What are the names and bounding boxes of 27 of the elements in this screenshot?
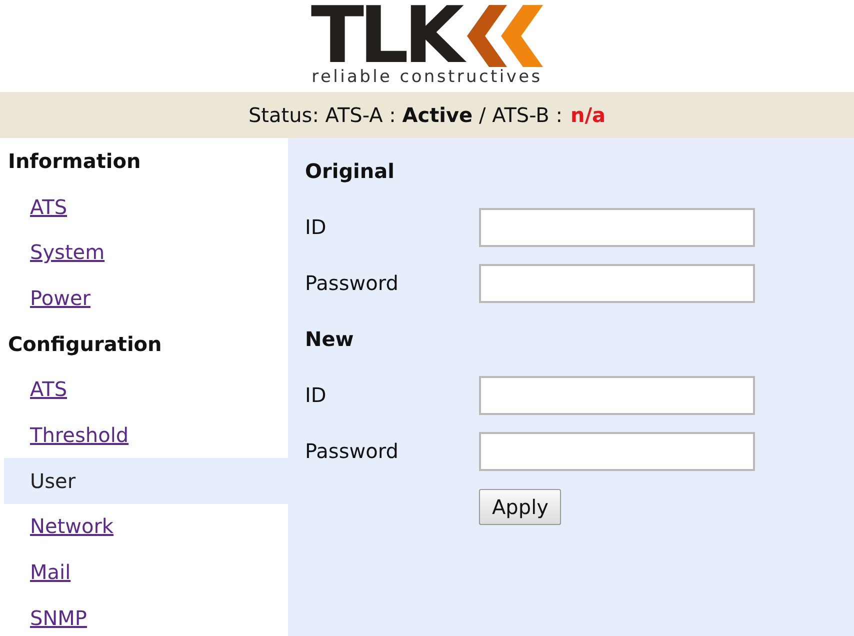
field-label: Password — [305, 270, 400, 297]
sidebar-link[interactable]: User — [30, 466, 76, 496]
sidebar-heading: Configuration — [8, 330, 162, 358]
section-heading: Original — [305, 158, 394, 185]
sidebar-heading: Information — [8, 148, 141, 175]
sidebar-link[interactable]: Mail — [30, 557, 71, 588]
sidebar-link[interactable]: Threshold — [30, 420, 129, 450]
field-label: Password — [305, 438, 400, 465]
logo-text: TLK — [310, 4, 466, 68]
sidebar-link[interactable]: System — [30, 237, 105, 268]
sidebar-link[interactable]: Power — [30, 282, 90, 313]
sidebar-link[interactable]: SNMP — [30, 602, 87, 633]
sidebar-link[interactable]: ATS — [30, 374, 68, 404]
sidebar-link[interactable]: ATS — [30, 192, 68, 222]
chevrons-icon — [467, 5, 544, 67]
field-label: ID — [305, 214, 328, 241]
logo-tagline: reliable constructives — [312, 68, 542, 86]
field-label: ID — [305, 382, 328, 409]
status-text: Status: ATS-A : Active / ATS-B : — [248, 102, 562, 129]
input-field[interactable] — [479, 208, 755, 246]
input-field[interactable] — [479, 264, 755, 302]
input-field[interactable] — [479, 376, 755, 414]
section-heading: New — [305, 326, 354, 353]
apply-button[interactable]: Apply — [479, 489, 562, 525]
status-value: n/a — [570, 102, 606, 129]
input-field[interactable] — [479, 432, 755, 470]
sidebar-link[interactable]: Network — [30, 511, 114, 542]
